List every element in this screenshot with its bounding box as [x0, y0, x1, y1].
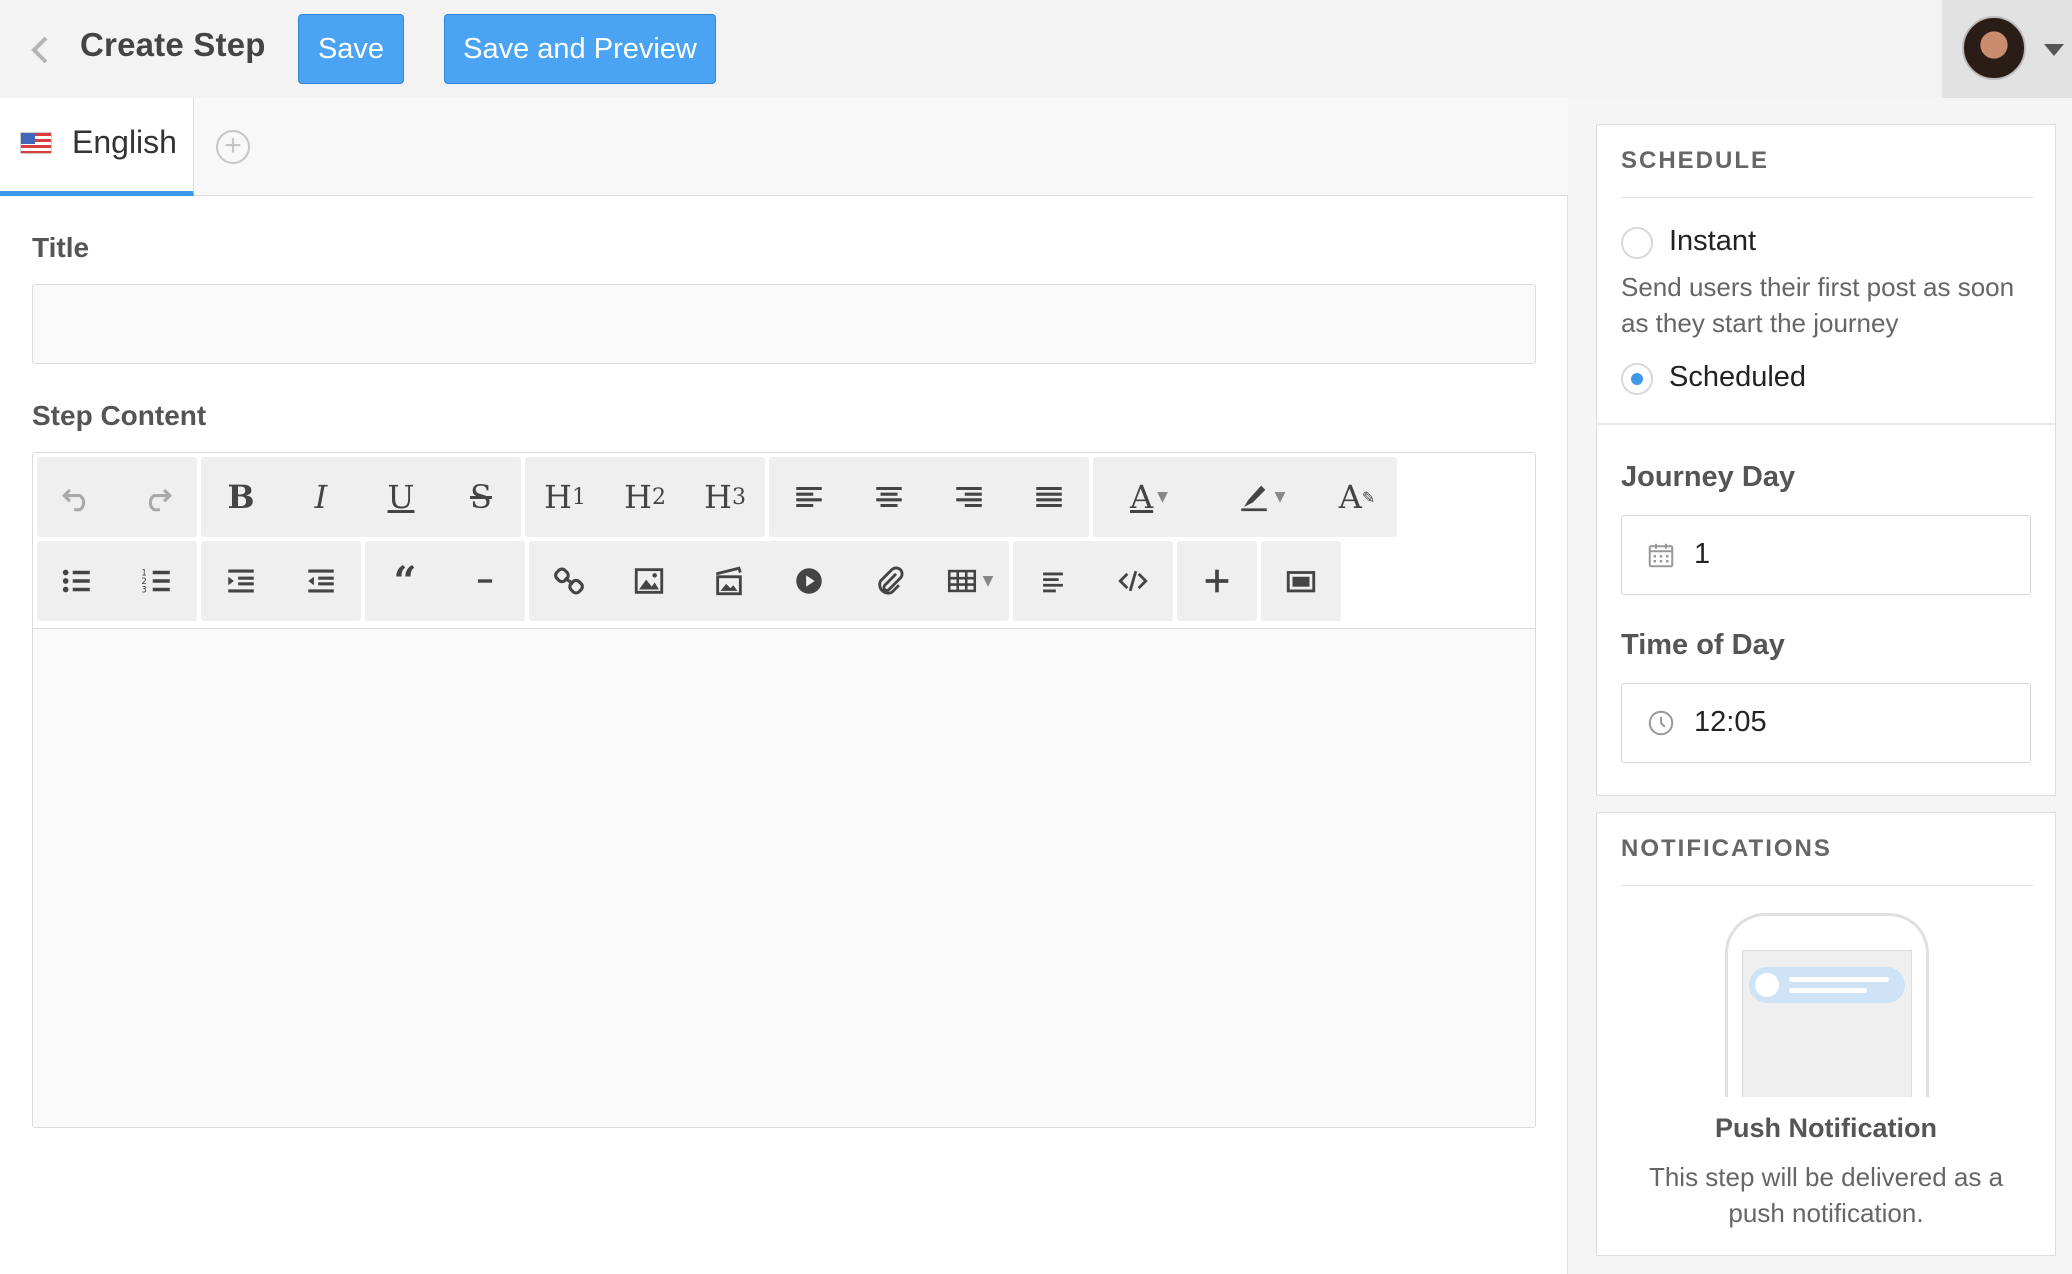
more-group — [1177, 541, 1257, 621]
tab-english[interactable]: English — [0, 98, 194, 196]
indent-icon[interactable] — [201, 541, 281, 621]
title-label: Title — [32, 232, 90, 263]
list-group: 123 — [37, 541, 197, 621]
h2-icon[interactable]: H2 — [605, 457, 685, 537]
table-icon[interactable]: ▼ — [929, 541, 1009, 621]
align-justify-icon[interactable] — [1009, 457, 1089, 537]
divider — [1621, 885, 2033, 886]
tab-label: English — [72, 124, 177, 160]
video-icon[interactable] — [769, 541, 849, 621]
h1-icon[interactable]: H1 — [525, 457, 605, 537]
numbered-list-icon[interactable]: 123 — [117, 541, 197, 621]
strikethrough-icon[interactable]: S — [441, 457, 521, 537]
highlight-icon[interactable]: ▼ — [1205, 457, 1317, 537]
insert-group: ▼ — [529, 541, 1009, 621]
editor-content-area[interactable] — [33, 629, 1535, 1127]
code-icon[interactable] — [1093, 541, 1173, 621]
time-of-day-value: 12:05 — [1694, 706, 1767, 738]
view-group — [1261, 541, 1341, 621]
instant-radio[interactable] — [1621, 227, 1653, 259]
user-menu[interactable] — [1942, 0, 2072, 98]
underline-icon[interactable]: U — [361, 457, 441, 537]
h3-icon[interactable]: H3 — [685, 457, 765, 537]
italic-icon[interactable]: I — [281, 457, 361, 537]
fullscreen-icon[interactable] — [1261, 541, 1341, 621]
phone-illustration — [1725, 913, 1929, 1097]
indent-group — [201, 541, 361, 621]
schedule-heading: SCHEDULE — [1621, 147, 1770, 174]
save-button[interactable]: Save — [298, 14, 404, 84]
journey-day-field[interactable]: 1 — [1621, 515, 2031, 595]
insert-icon[interactable] — [1177, 541, 1257, 621]
align-left-icon[interactable] — [769, 457, 849, 537]
instant-description: Send users their first post as soon as t… — [1621, 272, 2015, 338]
caret-down-icon[interactable] — [2044, 44, 2064, 56]
back-chevron-icon[interactable] — [26, 30, 56, 70]
misc-group — [1013, 541, 1173, 621]
align-center-icon[interactable] — [849, 457, 929, 537]
journey-day-value: 1 — [1694, 538, 1711, 570]
history-group — [37, 457, 197, 537]
clear-format-icon[interactable]: A ✎ — [1317, 457, 1397, 537]
outdent-icon[interactable] — [281, 541, 361, 621]
push-notification-title: Push Notification — [1715, 1113, 1937, 1143]
scheduled-radio[interactable] — [1621, 363, 1653, 395]
attachment-icon[interactable] — [849, 541, 929, 621]
step-editor: English + Title Step Content B I U S H 1… — [0, 98, 1568, 1274]
language-tabs: English + — [0, 98, 1568, 196]
bold-icon[interactable]: B — [201, 457, 281, 537]
schedule-panel: SCHEDULE Instant Send users their first … — [1596, 124, 2056, 796]
editor-toolbar: B I U S H1 H2 H3 A ▼ ▼ A ✎ 1 2 3 “ ▼ — [33, 453, 1535, 629]
align-group — [769, 457, 1089, 537]
paragraph-icon[interactable] — [1013, 541, 1093, 621]
journey-day-label: Journey Day — [1621, 461, 1796, 493]
phone-screen — [1742, 950, 1912, 1097]
quote-icon[interactable]: “ — [365, 541, 445, 621]
avatar[interactable] — [1962, 16, 2026, 80]
divider — [1621, 197, 2033, 198]
rich-text-editor: B I U S H1 H2 H3 A ▼ ▼ A ✎ 1 2 3 “ ▼ — [32, 452, 1536, 1128]
notification-preview — [1749, 967, 1905, 1003]
image-icon[interactable] — [609, 541, 689, 621]
text-color-icon[interactable]: A ▼ — [1093, 457, 1205, 537]
horizontal-rule-icon[interactable] — [445, 541, 525, 621]
instant-label: Instant — [1669, 225, 1757, 257]
time-of-day-field[interactable]: 12:05 — [1621, 683, 2031, 763]
page-title: Create Step — [80, 26, 266, 63]
top-bar: Create Step Save Save and Preview — [0, 0, 2072, 98]
save-and-preview-button[interactable]: Save and Preview — [444, 14, 716, 84]
scheduled-label: Scheduled — [1669, 361, 1807, 393]
notification-line — [1789, 988, 1867, 993]
us-flag-icon — [20, 132, 52, 154]
clock-icon — [1648, 710, 1674, 736]
divider — [1597, 423, 2055, 425]
undo-icon[interactable] — [37, 457, 117, 537]
svg-text:3: 3 — [141, 585, 146, 595]
calendar-icon — [1648, 543, 1674, 568]
add-language-icon[interactable]: + — [216, 130, 250, 164]
title-input[interactable] — [32, 284, 1536, 364]
color-group: A ▼ ▼ A ✎ — [1093, 457, 1397, 537]
gallery-icon[interactable] — [689, 541, 769, 621]
bullet-list-icon[interactable] — [37, 541, 117, 621]
step-content-label: Step Content — [32, 400, 207, 431]
time-of-day-label: Time of Day — [1621, 629, 1785, 661]
link-icon[interactable] — [529, 541, 609, 621]
format-group: B I U S — [201, 457, 521, 537]
heading-group: H1 H2 H3 — [525, 457, 765, 537]
notification-line — [1789, 977, 1889, 982]
notification-dot — [1755, 973, 1779, 997]
notifications-panel: NOTIFICATIONS Push Notification This ste… — [1596, 812, 2056, 1256]
align-right-icon[interactable] — [929, 457, 1009, 537]
redo-icon[interactable] — [117, 457, 197, 537]
notifications-heading: NOTIFICATIONS — [1621, 835, 1832, 862]
block-group: “ — [365, 541, 525, 621]
push-notification-description: This step will be delivered as a push no… — [1648, 1162, 2004, 1228]
